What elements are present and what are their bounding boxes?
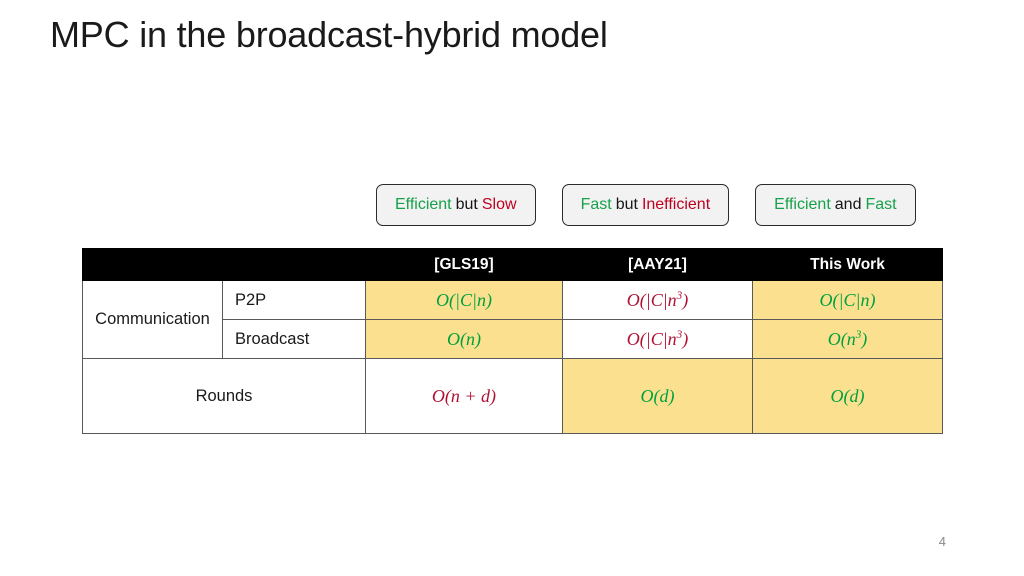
value-aay21-rounds: O(d) xyxy=(640,385,675,406)
cell-this-work-broadcast: O(n3) xyxy=(752,319,943,359)
cell-aay21-rounds: O(d) xyxy=(562,358,753,434)
header-cell-aay21: [AAY21] xyxy=(562,248,753,281)
badge-1-word-1: Fast xyxy=(580,196,612,213)
value-gls19-p2p: O(|C|n) xyxy=(436,289,492,310)
value-gls19-rounds: O(n + d) xyxy=(431,385,497,406)
badge-0-word-3: Slow xyxy=(481,196,517,213)
cell-gls19-p2p: O(|C|n) xyxy=(365,280,563,320)
comparison-table: [GLS19] [AAY21] This Work Communication … xyxy=(82,248,943,434)
table-row: Communication P2P O(|C|n) O(|C|n3) O(|C|… xyxy=(82,280,943,359)
value-aay21-p2p: O(|C|n3) xyxy=(626,289,689,310)
cell-aay21-p2p: O(|C|n3) xyxy=(562,280,753,320)
cell-aay21-broadcast: O(|C|n3) xyxy=(562,319,753,359)
badge-efficient-and-fast: Efficient and Fast xyxy=(755,184,916,226)
row-sublabel-p2p: P2P xyxy=(222,280,366,320)
cell-gls19-broadcast: O(n) xyxy=(365,319,563,359)
value-aay21-broadcast: O(|C|n3) xyxy=(626,328,689,349)
badge-1-word-2: but xyxy=(615,196,638,213)
badge-2-word-3: Fast xyxy=(865,196,897,213)
row-label-communication: Communication xyxy=(82,280,223,359)
header-cell-gls19: [GLS19] xyxy=(365,248,563,281)
row-label-rounds: Rounds xyxy=(82,358,366,434)
value-this-work-broadcast: O(n3) xyxy=(827,328,868,349)
row-sublabel-broadcast: Broadcast xyxy=(222,319,366,359)
header-cell-this-work: This Work xyxy=(752,248,943,281)
header-cell-blank xyxy=(82,248,366,281)
slide-number: 4 xyxy=(938,534,946,549)
cell-this-work-p2p: O(|C|n) xyxy=(752,280,943,320)
table-row: Rounds O(n + d) O(d) O(d) xyxy=(82,358,943,434)
badge-2-word-2: and xyxy=(834,196,862,213)
page-title: MPC in the broadcast-hybrid model xyxy=(50,14,608,55)
badge-efficient-but-slow: Efficient but Slow xyxy=(376,184,536,226)
badge-fast-but-inefficient: Fast but Inefficient xyxy=(561,184,730,226)
value-gls19-broadcast: O(n) xyxy=(447,328,481,349)
value-this-work-rounds: O(d) xyxy=(830,385,865,406)
cell-this-work-rounds: O(d) xyxy=(752,358,943,434)
badge-0-word-2: but xyxy=(455,196,478,213)
table-header-row: [GLS19] [AAY21] This Work xyxy=(82,248,943,281)
badge-2-word-1: Efficient xyxy=(774,196,831,213)
badge-0-word-1: Efficient xyxy=(395,196,452,213)
badge-row: Efficient but Slow Fast but Inefficient … xyxy=(376,184,916,226)
value-this-work-p2p: O(|C|n) xyxy=(819,289,876,310)
badge-1-word-3: Inefficient xyxy=(641,196,711,213)
cell-gls19-rounds: O(n + d) xyxy=(365,358,563,434)
